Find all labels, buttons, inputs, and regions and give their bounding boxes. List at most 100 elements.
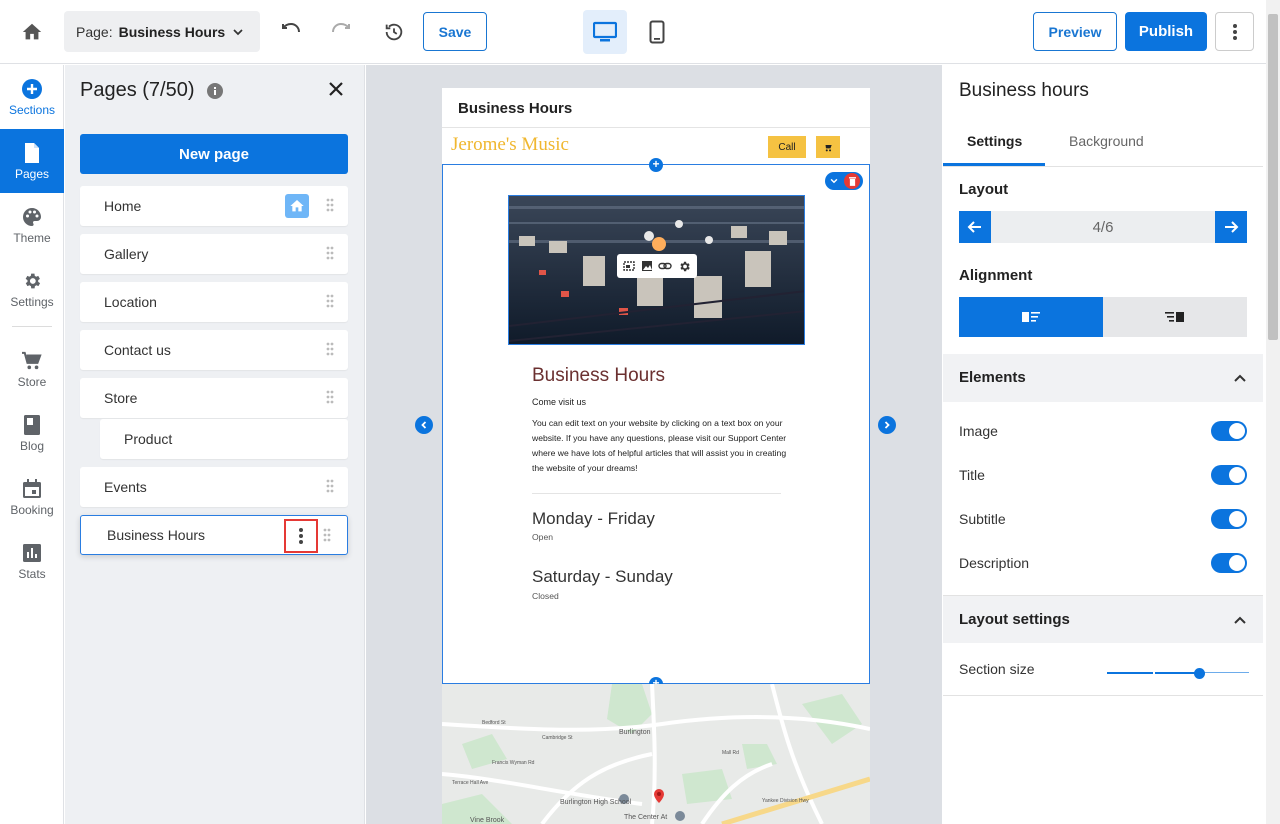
previous-layout-arrow[interactable] — [415, 416, 433, 434]
home-icon — [290, 200, 304, 212]
element-row-description[interactable]: Description — [959, 551, 1247, 575]
element-toggle[interactable] — [1211, 465, 1247, 485]
close-icon[interactable] — [328, 81, 344, 97]
rail-item-blog[interactable]: Blog — [0, 401, 64, 465]
next-layout-arrow[interactable] — [878, 416, 896, 434]
crop-icon[interactable] — [623, 260, 635, 272]
rail-item-settings[interactable]: Settings — [0, 257, 64, 321]
preview-button[interactable]: Preview — [1033, 12, 1117, 51]
layout-stepper[interactable]: 4/6 — [959, 211, 1247, 243]
page-item-label: Contact us — [104, 342, 171, 358]
tab-settings[interactable]: Settings — [967, 133, 1022, 149]
page-item-contact-us[interactable]: Contact us — [80, 330, 348, 370]
elements-header[interactable]: Elements — [943, 354, 1263, 402]
chevron-down-icon — [233, 29, 243, 36]
map-section[interactable]: Burlington Burlington High School The Ce… — [442, 684, 870, 824]
publish-button[interactable]: Publish — [1125, 12, 1207, 51]
element-row-title[interactable]: Title — [959, 463, 1247, 487]
hours-days[interactable]: Saturday - Sunday — [532, 567, 673, 587]
drag-handle-icon[interactable] — [326, 390, 334, 404]
alignment-label: Alignment — [959, 267, 1033, 284]
layout-settings-header[interactable]: Layout settings — [943, 595, 1263, 643]
drag-handle-icon[interactable] — [326, 294, 334, 308]
align-left-button[interactable] — [959, 297, 1103, 337]
page-item-product[interactable]: Product — [100, 419, 348, 459]
page-icon — [23, 142, 41, 164]
more-options-button[interactable] — [1215, 12, 1254, 51]
rail-item-store[interactable]: Store — [0, 337, 64, 401]
section-image[interactable] — [508, 195, 805, 345]
map-label-wyman: Francis Wyman Rd — [492, 760, 535, 766]
site-brand[interactable]: Jerome's Music — [451, 134, 569, 156]
undo-button[interactable] — [276, 18, 304, 46]
rail-item-sections[interactable]: Sections — [0, 65, 64, 129]
image-icon[interactable] — [641, 260, 653, 272]
page-item-business-hours[interactable]: Business Hours — [80, 515, 348, 555]
gear-icon[interactable] — [678, 260, 691, 273]
rail-item-pages[interactable]: Pages — [0, 129, 64, 193]
rail-item-booking[interactable]: Booking — [0, 465, 64, 529]
element-toggle[interactable] — [1211, 421, 1247, 441]
chevron-down-icon[interactable] — [829, 176, 839, 186]
layout-next-button[interactable] — [1215, 211, 1247, 243]
undo-icon — [282, 22, 300, 33]
layout-prev-button[interactable] — [959, 211, 991, 243]
section-title[interactable]: Business Hours — [532, 365, 665, 387]
page-item-gallery[interactable]: Gallery — [80, 234, 348, 274]
map-label-burlington: Burlington — [619, 729, 651, 736]
desktop-view-button[interactable] — [583, 10, 627, 54]
element-toggle[interactable] — [1211, 553, 1247, 573]
element-row-image[interactable]: Image — [959, 419, 1247, 443]
alignment-toggle[interactable] — [959, 297, 1247, 337]
home-button[interactable] — [18, 18, 46, 46]
section-controls[interactable] — [825, 172, 863, 190]
drag-handle-icon[interactable] — [326, 342, 334, 356]
hours-status[interactable]: Open — [532, 532, 553, 542]
more-vertical-icon — [299, 528, 303, 544]
link-icon[interactable] — [658, 260, 673, 272]
desktop-icon — [593, 21, 617, 42]
page-item-store[interactable]: Store — [80, 378, 348, 418]
panel-title: Business hours — [959, 80, 1089, 101]
page-options-button[interactable] — [284, 519, 318, 553]
section-description[interactable]: You can edit text on your website by cli… — [532, 416, 787, 476]
section-subtitle[interactable]: Come visit us — [532, 397, 586, 407]
divider — [532, 493, 781, 494]
drag-handle-icon[interactable] — [326, 479, 334, 493]
call-button[interactable]: Call — [768, 136, 806, 158]
image-toolbar[interactable] — [617, 254, 697, 278]
mobile-view-button[interactable] — [644, 16, 670, 48]
drag-handle-icon[interactable] — [326, 198, 334, 212]
page-item-location[interactable]: Location — [80, 282, 348, 322]
element-toggle[interactable] — [1211, 509, 1247, 529]
page-selector[interactable]: Page: Business Hours — [64, 11, 260, 52]
business-hours-section[interactable]: + Business Hours Come visit us You can e… — [442, 158, 870, 691]
history-button[interactable] — [380, 18, 408, 46]
scrollbar-thumb[interactable] — [1268, 14, 1278, 340]
new-page-button[interactable]: New page — [80, 134, 348, 174]
drag-handle-icon[interactable] — [323, 528, 331, 542]
history-icon — [385, 23, 403, 41]
page-item-events[interactable]: Events — [80, 467, 348, 507]
save-button[interactable]: Save — [423, 12, 487, 51]
hours-days[interactable]: Monday - Friday — [532, 509, 655, 529]
info-icon[interactable] — [207, 83, 223, 99]
element-row-subtitle[interactable]: Subtitle — [959, 507, 1247, 531]
rail-item-theme[interactable]: Theme — [0, 193, 64, 257]
page-item-label: Events — [104, 479, 147, 495]
page-item-home[interactable]: Home — [80, 186, 348, 226]
add-section-above-button[interactable]: + — [649, 158, 663, 172]
rail-item-stats[interactable]: Stats — [0, 529, 64, 593]
rail-label-blog: Blog — [19, 438, 45, 453]
element-label: Subtitle — [959, 511, 1006, 527]
site-cart-button[interactable] — [816, 136, 840, 158]
section-size-slider[interactable] — [1107, 667, 1249, 679]
align-right-button[interactable] — [1103, 297, 1247, 337]
hours-status[interactable]: Closed — [532, 591, 559, 601]
redo-button[interactable] — [328, 18, 356, 46]
delete-section-button[interactable] — [844, 173, 860, 189]
tab-background[interactable]: Background — [1069, 133, 1144, 149]
rail-label-settings: Settings — [10, 294, 54, 309]
drag-handle-icon[interactable] — [326, 246, 334, 260]
slider-thumb[interactable] — [1194, 668, 1205, 679]
